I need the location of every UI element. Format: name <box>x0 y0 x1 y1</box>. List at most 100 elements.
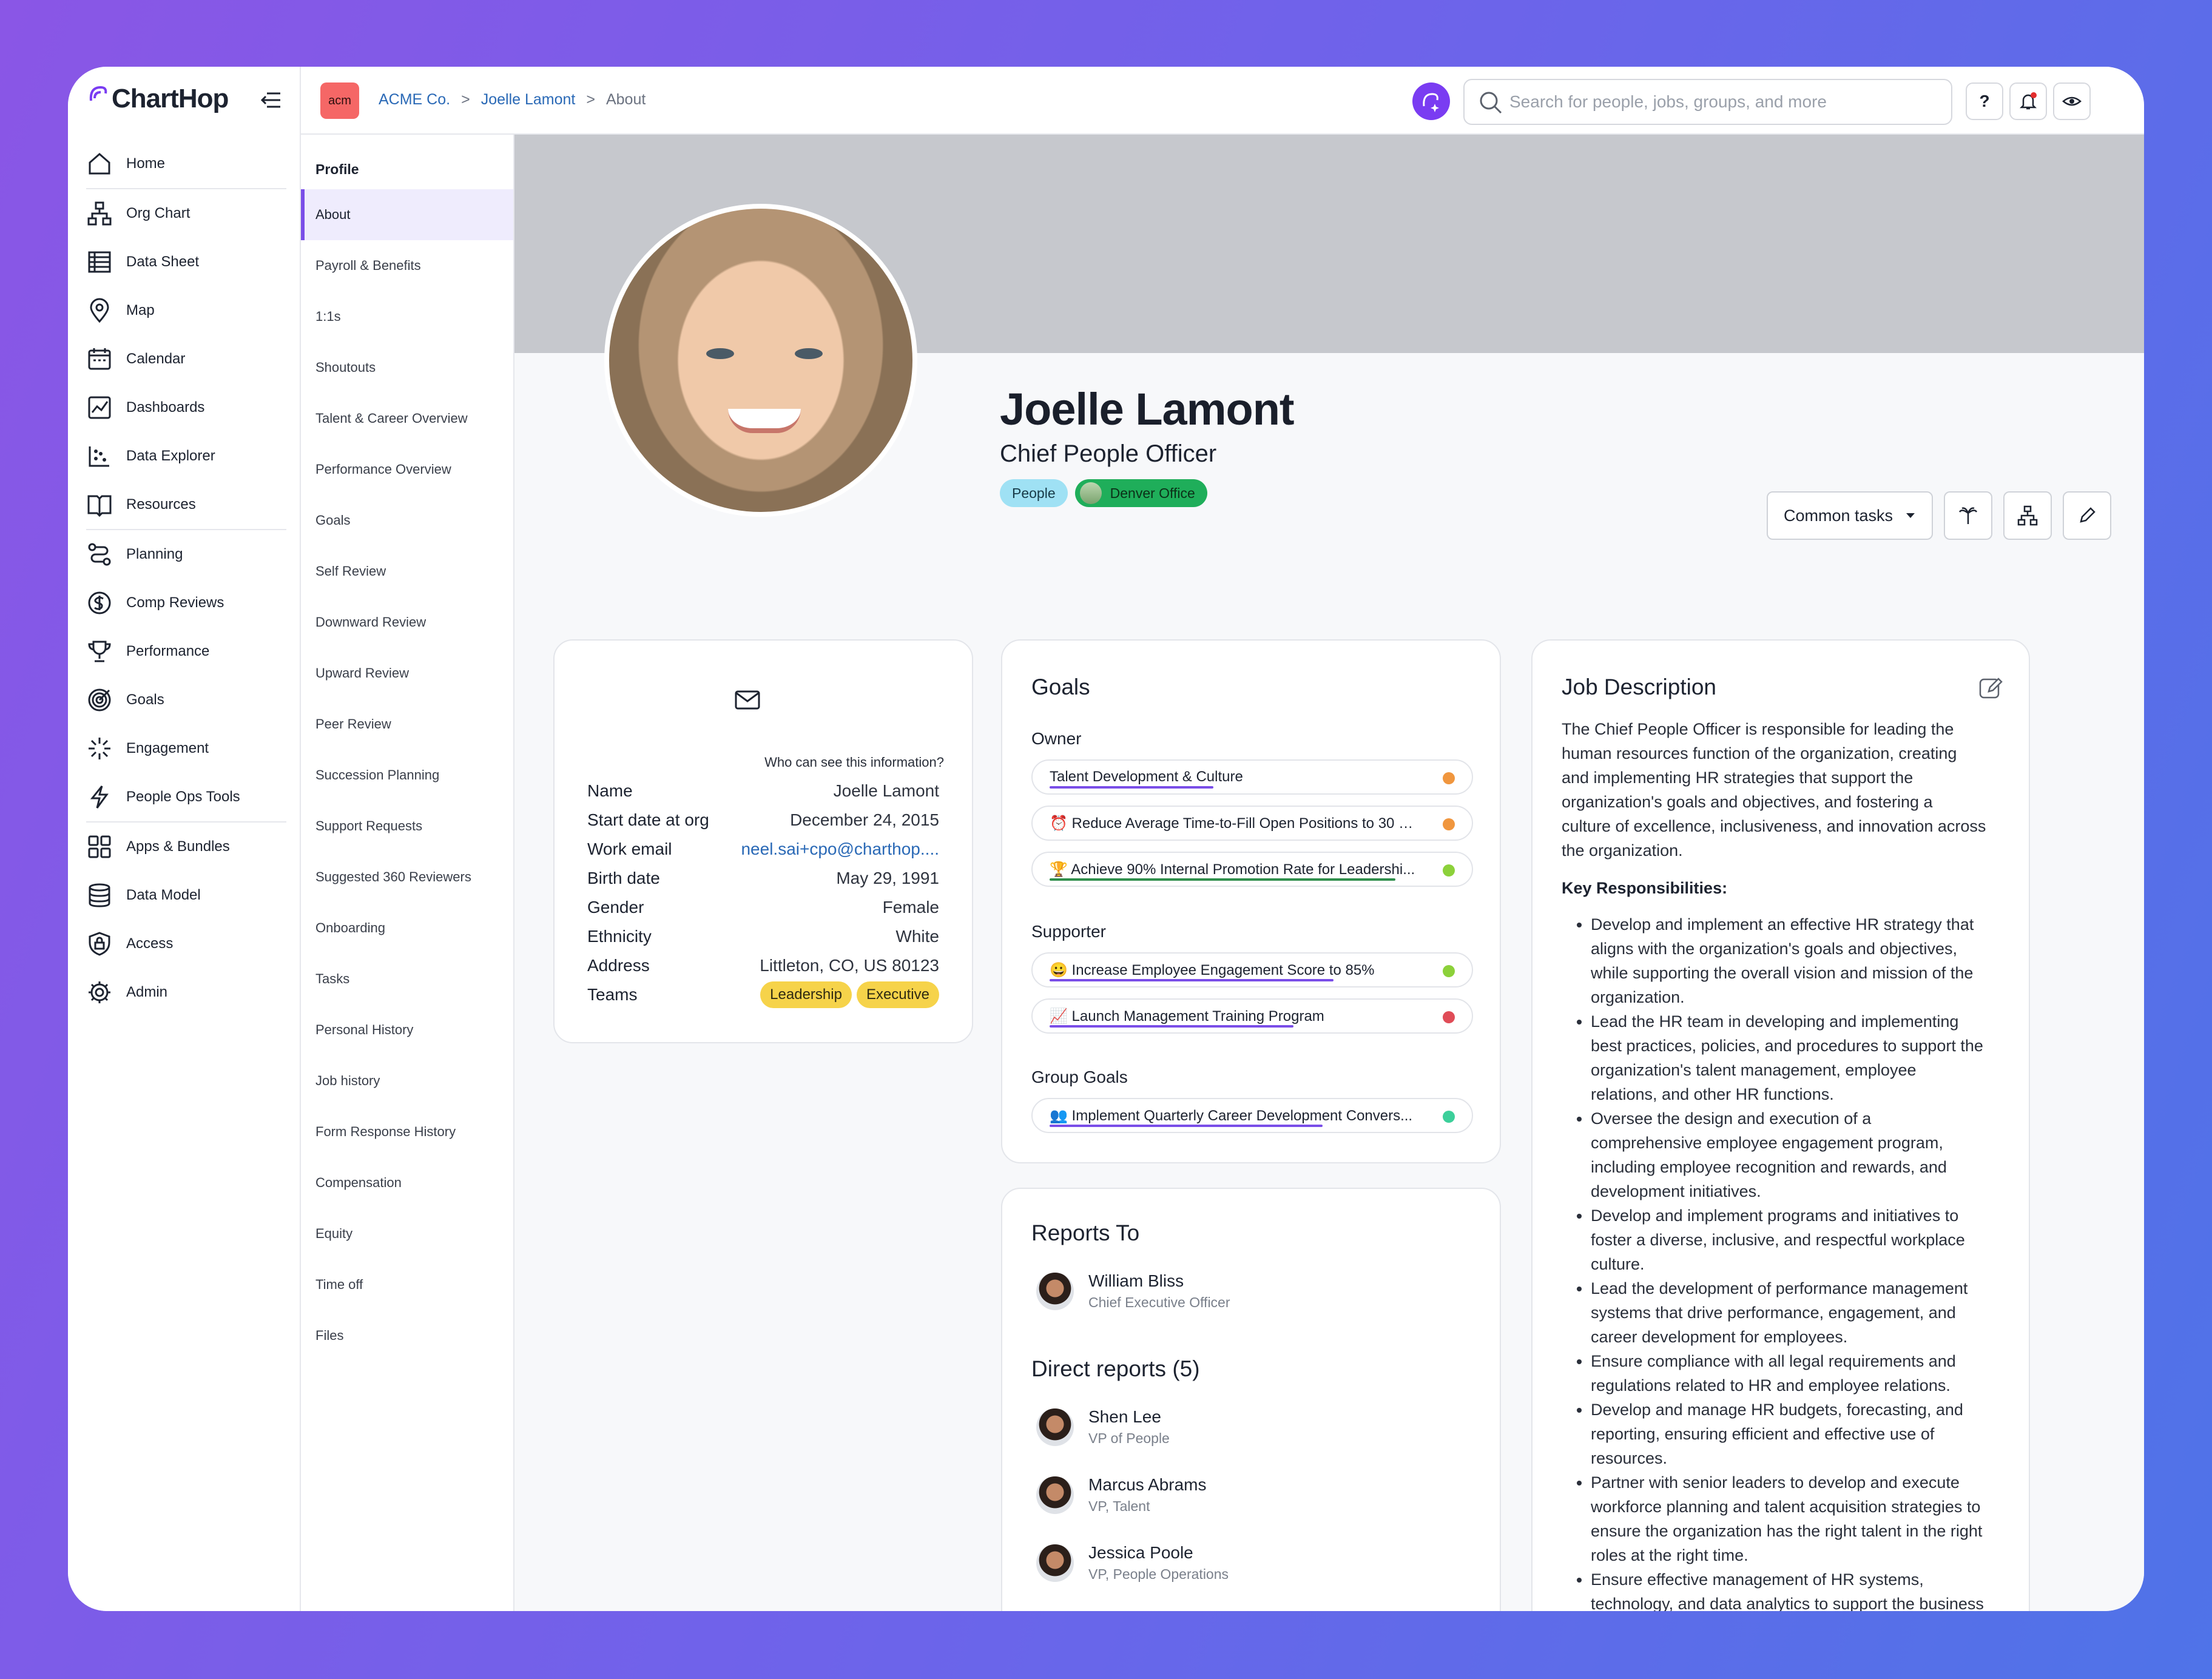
goal-item[interactable]: Talent Development & Culture <box>1031 759 1473 795</box>
goal-item[interactable]: 👥 Implement Quarterly Career Development… <box>1031 1098 1473 1133</box>
sidebar-item-resources[interactable]: Resources <box>83 480 286 529</box>
goal-item[interactable]: 📈 Launch Management Training Program <box>1031 998 1473 1034</box>
goals-owner-label: Owner <box>1031 729 1082 748</box>
goal-item[interactable]: ⏰ Reduce Average Time-to-Fill Open Posit… <box>1031 806 1473 841</box>
charthop-logo[interactable]: ChartHop <box>86 84 229 114</box>
person-title: Chief Executive Officer <box>1088 1294 1230 1310</box>
direct-report-entry[interactable]: Jessica Poole VP, People Operations <box>1036 1543 1229 1583</box>
subnav-item-1-1s[interactable]: 1:1s <box>301 291 513 342</box>
org-chart-button[interactable] <box>2003 491 2052 540</box>
subnav-item-downward-review[interactable]: Downward Review <box>301 597 513 648</box>
sidebar-item-goals[interactable]: Goals <box>83 676 286 724</box>
subnav-item-talent-career-overview[interactable]: Talent & Career Overview <box>301 393 513 444</box>
breadcrumb-company[interactable]: ACME Co. <box>379 91 450 109</box>
ai-assistant-button[interactable] <box>1412 82 1450 120</box>
sidebar-item-map[interactable]: Map <box>83 286 286 335</box>
sidebar-item-data-model[interactable]: Data Model <box>83 871 286 920</box>
subnav-item-performance-overview[interactable]: Performance Overview <box>301 444 513 495</box>
reports-card: Reports To William Bliss Chief Executive … <box>1001 1188 1501 1611</box>
subnav-item-peer-review[interactable]: Peer Review <box>301 699 513 750</box>
sidebar-item-data-sheet[interactable]: Data Sheet <box>83 238 286 286</box>
goal-status-dot <box>1443 1111 1455 1123</box>
company-badge[interactable]: acm <box>320 82 359 119</box>
sidebar-item-home[interactable]: Home <box>83 140 286 188</box>
sidebar-item-org-chart[interactable]: Org Chart <box>83 189 286 238</box>
edit-icon[interactable] <box>1978 675 2005 701</box>
preview-button[interactable] <box>2053 82 2091 120</box>
subnav-item-shoutouts[interactable]: Shoutouts <box>301 342 513 393</box>
breadcrumb-person[interactable]: Joelle Lamont <box>481 91 576 109</box>
subnav-item-job-history[interactable]: Job history <box>301 1055 513 1106</box>
job-description-body: The Chief People Officer is responsible … <box>1562 717 1986 1611</box>
subnav-item-time-off[interactable]: Time off <box>301 1259 513 1310</box>
logo-text: ChartHop <box>112 84 229 113</box>
info-label: Start date at org <box>587 810 709 829</box>
photo-eye <box>706 348 734 359</box>
database-icon <box>89 883 110 907</box>
subnav-item-goals[interactable]: Goals <box>301 495 513 546</box>
info-value: May 29, 1991 <box>836 869 939 887</box>
direct-reports-title: Direct reports (5) <box>1031 1356 1200 1381</box>
sidebar-item-people-ops-tools[interactable]: People Ops Tools <box>83 773 286 821</box>
subnav-item-onboarding[interactable]: Onboarding <box>301 903 513 954</box>
subnav-item-upward-review[interactable]: Upward Review <box>301 648 513 699</box>
subnav-item-files[interactable]: Files <box>301 1310 513 1361</box>
subnav-item-suggested-360-reviewers[interactable]: Suggested 360 Reviewers <box>301 852 513 903</box>
subnav-item-compensation[interactable]: Compensation <box>301 1157 513 1208</box>
goal-item[interactable]: 🏆 Achieve 90% Internal Promotion Rate fo… <box>1031 852 1473 887</box>
direct-report-entry[interactable]: Marcus Abrams VP, Talent <box>1036 1475 1207 1515</box>
sidebar-item-performance[interactable]: Performance <box>83 627 286 676</box>
team-pill[interactable]: Leadership <box>760 981 852 1008</box>
manager-entry[interactable]: William Bliss Chief Executive Officer <box>1036 1271 1230 1311</box>
help-button[interactable]: ? <box>1966 82 2003 120</box>
tag-office[interactable]: Denver Office <box>1074 479 1207 507</box>
subnav-item-form-response-history[interactable]: Form Response History <box>301 1106 513 1157</box>
subnav-item-about[interactable]: About <box>301 189 513 240</box>
team-pill[interactable]: Executive <box>856 981 939 1008</box>
sidebar-item-admin[interactable]: Admin <box>83 968 286 1017</box>
subnav-item-tasks[interactable]: Tasks <box>301 954 513 1004</box>
table-icon <box>88 251 111 273</box>
calendar-icon <box>88 348 111 370</box>
goals-supporter-label: Supporter <box>1031 922 1106 941</box>
common-tasks-label: Common tasks <box>1784 506 1893 525</box>
common-tasks-button[interactable]: Common tasks <box>1767 491 1934 540</box>
info-row: Teams Leadership Executive <box>587 980 939 1009</box>
subnav-item-personal-history[interactable]: Personal History <box>301 1004 513 1055</box>
sidebar-item-engagement[interactable]: Engagement <box>83 724 286 773</box>
collapse-sidebar-icon[interactable] <box>261 91 282 109</box>
personal-info-card: Who can see this information? Name Joelle… <box>553 639 973 1043</box>
bolt-icon <box>90 786 109 809</box>
sidebar-item-planning[interactable]: Planning <box>83 530 286 579</box>
subnav-item-succession-planning[interactable]: Succession Planning <box>301 750 513 801</box>
sidebar-item-access[interactable]: Access <box>83 920 286 968</box>
info-value: Female <box>882 898 939 917</box>
profile-photo[interactable] <box>604 204 917 517</box>
mail-icon[interactable] <box>734 689 761 711</box>
info-value: December 24, 2015 <box>790 810 939 829</box>
sidebar-item-calendar[interactable]: Calendar <box>83 335 286 383</box>
sidebar-item-apps-bundles[interactable]: Apps & Bundles <box>83 823 286 871</box>
tag-people[interactable]: People <box>1000 479 1068 507</box>
breadcrumb-separator: > <box>586 91 595 108</box>
visibility-link[interactable]: Who can see this information? <box>764 755 944 770</box>
sidebar-item-dashboards[interactable]: Dashboards <box>83 383 286 432</box>
subnav-item-equity[interactable]: Equity <box>301 1208 513 1259</box>
subnav-item-payroll-benefits[interactable]: Payroll & Benefits <box>301 240 513 291</box>
planning-icon <box>88 543 111 566</box>
sidebar-item-label: Comp Reviews <box>126 594 224 611</box>
sidebar-item-label: Resources <box>126 496 196 513</box>
direct-report-entry[interactable]: Shen Lee VP of People <box>1036 1407 1170 1447</box>
info-value[interactable]: neel.sai+cpo@charthop.... <box>741 840 939 859</box>
notifications-button[interactable] <box>2009 82 2047 120</box>
sidebar-item-data-explorer[interactable]: Data Explorer <box>83 432 286 480</box>
search-input[interactable]: Search for people, jobs, groups, and mor… <box>1463 79 1952 125</box>
sidebar-item-comp-reviews[interactable]: Comp Reviews <box>83 579 286 627</box>
goal-item[interactable]: 😀 Increase Employee Engagement Score to … <box>1031 952 1473 988</box>
subnav-item-support-requests[interactable]: Support Requests <box>301 801 513 852</box>
time-off-button[interactable] <box>1944 491 1993 540</box>
edit-profile-button[interactable] <box>2063 491 2112 540</box>
subnav-item-self-review[interactable]: Self Review <box>301 546 513 597</box>
sidebar-item-label: Performance <box>126 643 210 659</box>
sidebar-item-label: Dashboards <box>126 399 205 416</box>
